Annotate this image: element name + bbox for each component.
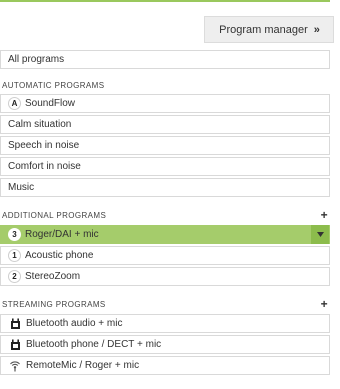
streaming-programs-header: STREAMING PROGRAMS + — [0, 298, 330, 310]
program-item-music[interactable]: Music — [0, 178, 330, 197]
wireless-remote-mic-icon — [8, 359, 22, 372]
additional-programs-title: ADDITIONAL PROGRAMS — [2, 210, 107, 220]
program-badge: 2 — [8, 270, 21, 283]
double-chevron-right-icon: » — [313, 23, 320, 36]
bluetooth-device-icon — [8, 338, 22, 351]
program-label: RemoteMic / Roger + mic — [26, 360, 140, 371]
add-streaming-program-icon[interactable]: + — [321, 298, 330, 310]
program-label: Speech in noise — [8, 140, 80, 151]
program-manager-button[interactable]: Program manager » — [204, 16, 334, 43]
program-label: Roger/DAI + mic — [25, 229, 99, 240]
top-accent-line — [0, 0, 330, 2]
programs-panel: All programs AUTOMATIC PROGRAMS A SoundF… — [0, 48, 330, 377]
automatic-programs-header: AUTOMATIC PROGRAMS — [0, 81, 330, 90]
program-item-bluetooth-phone-dect-mic[interactable]: Bluetooth phone / DECT + mic — [0, 335, 330, 354]
program-item-remotemic-roger-mic[interactable]: RemoteMic / Roger + mic — [0, 356, 330, 375]
caret-down-icon — [316, 232, 324, 237]
program-item-bluetooth-audio-mic[interactable]: Bluetooth audio + mic — [0, 314, 330, 333]
program-dropdown-button[interactable] — [311, 225, 329, 244]
program-label: SoundFlow — [25, 98, 76, 109]
program-label: Bluetooth phone / DECT + mic — [26, 339, 162, 350]
program-label: Acoustic phone — [25, 250, 94, 261]
program-badge: A — [8, 97, 21, 110]
all-programs-item[interactable]: All programs — [0, 50, 330, 69]
program-item-stereozoom[interactable]: 2 StereoZoom — [0, 267, 330, 286]
program-manager-label: Program manager — [219, 23, 308, 36]
program-badge: 3 — [8, 228, 21, 241]
program-item-roger-dai-mic[interactable]: 3 Roger/DAI + mic — [0, 225, 330, 244]
program-item-soundflow[interactable]: A SoundFlow — [0, 94, 330, 113]
additional-programs-header: ADDITIONAL PROGRAMS + — [0, 209, 330, 221]
program-item-calm-situation[interactable]: Calm situation — [0, 115, 330, 134]
program-label: Bluetooth audio + mic — [26, 318, 123, 329]
automatic-programs-title: AUTOMATIC PROGRAMS — [2, 81, 105, 90]
streaming-programs-title: STREAMING PROGRAMS — [2, 299, 106, 309]
all-programs-label: All programs — [8, 54, 65, 65]
program-label: Comfort in noise — [8, 161, 81, 172]
program-item-comfort-in-noise[interactable]: Comfort in noise — [0, 157, 330, 176]
bluetooth-device-icon — [8, 317, 22, 330]
program-badge: 1 — [8, 249, 21, 262]
program-item-speech-in-noise[interactable]: Speech in noise — [0, 136, 330, 155]
program-label: StereoZoom — [25, 271, 81, 282]
program-label: Music — [8, 182, 35, 193]
add-additional-program-icon[interactable]: + — [321, 209, 330, 221]
program-item-acoustic-phone[interactable]: 1 Acoustic phone — [0, 246, 330, 265]
program-label: Calm situation — [8, 119, 72, 130]
